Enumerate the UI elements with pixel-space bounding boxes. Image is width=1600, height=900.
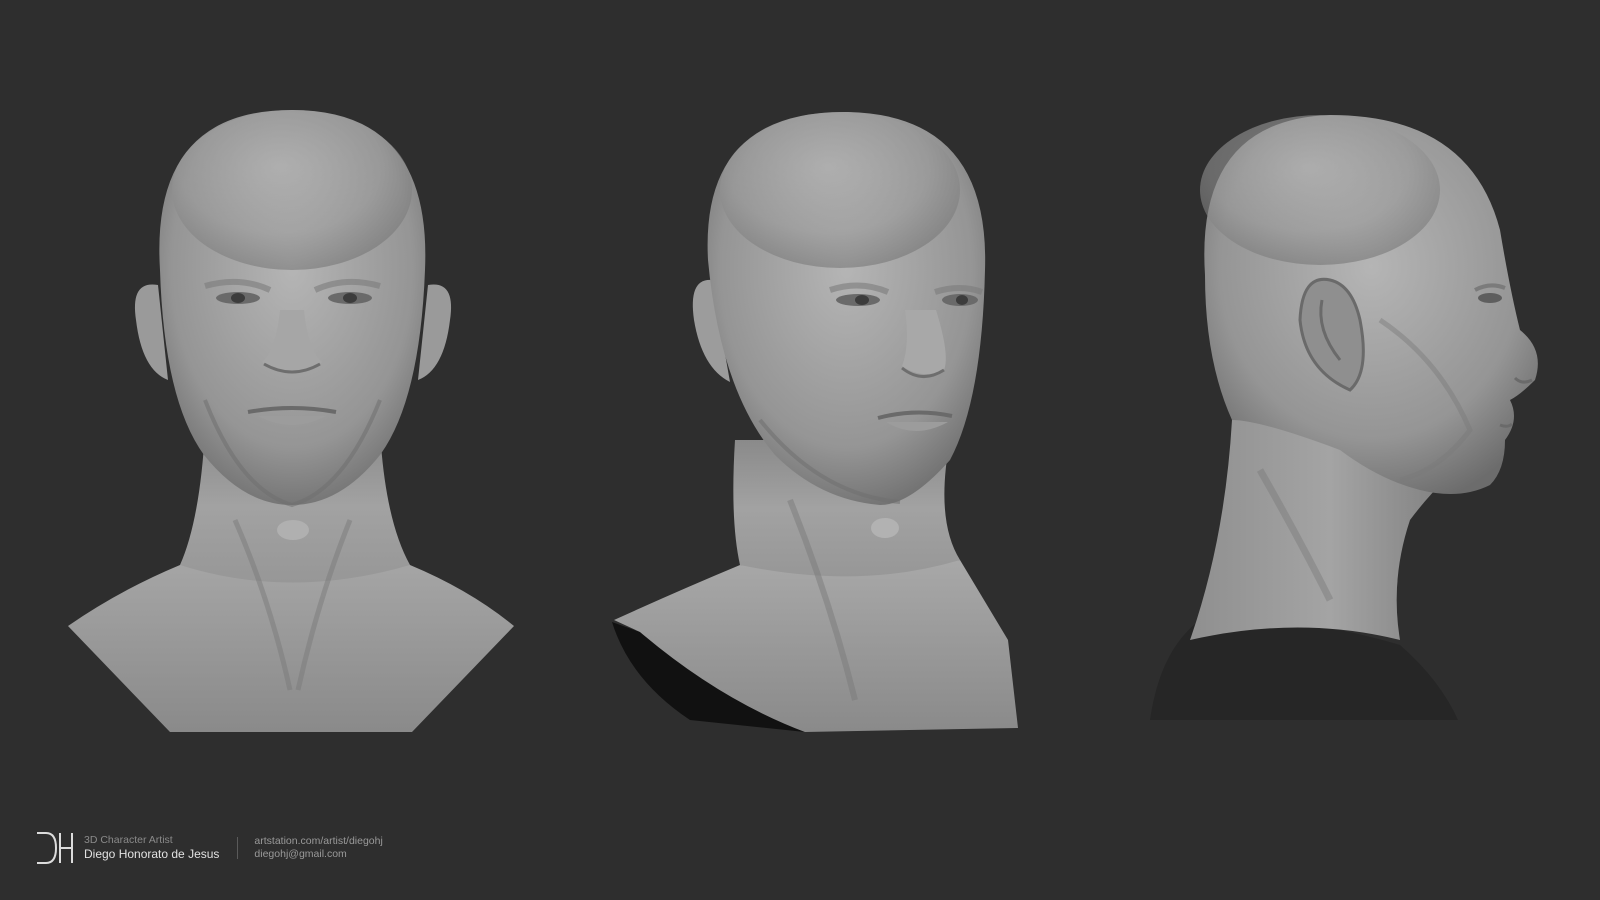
artist-contact: artstation.com/artist/diegohj diegohj@gm… [254,835,382,861]
three-quarter-view [612,111,1018,732]
front-cranium [172,110,412,270]
dh-logo-icon [37,832,73,864]
front-view [68,110,514,732]
artist-name: Diego Honorato de Jesus [84,847,220,861]
artist-role: 3D Character Artist [84,834,173,846]
three-quarter-cranium [720,112,960,268]
three-quarter-adams-apple [871,518,899,538]
side-cranium [1200,115,1440,265]
three-quarter-iris-right [956,295,968,305]
three-quarter-iris-left [855,295,869,305]
front-adams-apple [277,520,309,540]
sculpt-stage [68,110,1538,732]
artist-footer: 3D Character Artist Diego Honorato de Je… [34,828,383,868]
front-iris-left [231,293,245,303]
side-eye [1478,293,1502,303]
side-view [1150,115,1538,720]
footer-divider [237,837,239,859]
front-iris-right [343,293,357,303]
artist-website-link[interactable]: artstation.com/artist/diegohj [254,835,382,848]
artist-info: 3D Character Artist Diego Honorato de Je… [84,834,219,862]
artist-email-link[interactable]: diegohj@gmail.com [254,848,382,861]
